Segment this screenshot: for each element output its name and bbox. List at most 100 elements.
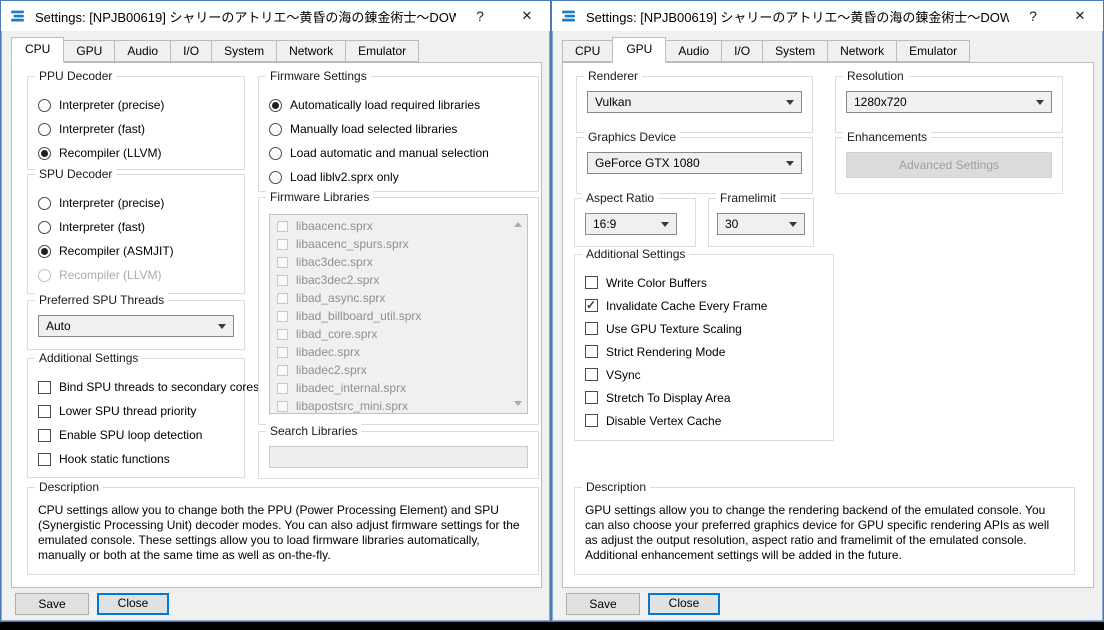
checkbox-lower-spu-priority[interactable]: Lower SPU thread priority	[38, 399, 244, 423]
checkbox-stretch-display[interactable]: Stretch To Display Area	[585, 386, 833, 409]
radio-label: Interpreter (precise)	[59, 98, 164, 112]
help-button[interactable]: ?	[1009, 8, 1057, 24]
group-title: Resolution	[843, 69, 908, 83]
tab-network[interactable]: Network	[827, 40, 897, 62]
tab-io[interactable]: I/O	[721, 40, 763, 62]
checkbox-gpu-texture-scaling[interactable]: Use GPU Texture Scaling	[585, 317, 833, 340]
close-button[interactable]: Close	[648, 593, 720, 615]
chevron-down-icon	[661, 222, 669, 231]
list-item: libad_billboard_util.sprx	[270, 307, 509, 325]
checkbox-icon	[585, 345, 598, 358]
radio-ppu-interpreter-fast[interactable]: Interpreter (fast)	[38, 117, 244, 141]
checkbox-icon	[277, 329, 288, 340]
scroll-down-icon	[510, 396, 526, 412]
save-button[interactable]: Save	[566, 593, 640, 615]
window-close-button[interactable]: ✕	[504, 8, 550, 24]
checkbox-label: Stretch To Display Area	[606, 391, 731, 405]
rpcs3-logo-icon	[10, 8, 27, 25]
radio-icon	[38, 123, 51, 136]
tab-io[interactable]: I/O	[170, 40, 212, 62]
graphics-device-dropdown[interactable]: GeForce GTX 1080	[587, 152, 802, 174]
dropdown-value: Auto	[46, 319, 71, 333]
radio-icon	[38, 197, 51, 210]
tab-gpu[interactable]: GPU	[63, 40, 115, 62]
radio-icon	[38, 221, 51, 234]
dropdown-value: Vulkan	[595, 95, 631, 109]
tab-audio[interactable]: Audio	[665, 40, 722, 62]
enhancements-group: Enhancements Advanced Settings	[835, 137, 1063, 194]
gpu-tab-pane: Renderer Vulkan Resolution 1280x720 Grap…	[562, 62, 1094, 588]
radio-icon	[269, 171, 282, 184]
settings-window-cpu: Settings: [NPJB00619] シャリーのアトリエ～黄昏の海の錬金術…	[0, 0, 551, 622]
titlebar[interactable]: Settings: [NPJB00619] シャリーのアトリエ～黄昏の海の錬金術…	[1, 1, 550, 31]
framelimit-dropdown[interactable]: 30	[717, 213, 805, 235]
tab-gpu[interactable]: GPU	[612, 37, 666, 63]
checkbox-hook-static-functions[interactable]: Hook static functions	[38, 447, 244, 471]
tab-cpu[interactable]: CPU	[562, 40, 613, 62]
description-text: CPU settings allow you to change both th…	[38, 503, 528, 563]
renderer-dropdown[interactable]: Vulkan	[587, 91, 802, 113]
checkbox-write-color-buffers[interactable]: Write Color Buffers	[585, 271, 833, 294]
checkbox-icon	[277, 401, 288, 412]
checkbox-icon	[277, 275, 288, 286]
close-button[interactable]: Close	[97, 593, 169, 615]
checkbox-icon	[277, 293, 288, 304]
group-title: Firmware Settings	[266, 69, 371, 83]
titlebar[interactable]: Settings: [NPJB00619] シャリーのアトリエ～黄昏の海の錬金術…	[552, 1, 1103, 31]
checkbox-bind-spu-threads[interactable]: Bind SPU threads to secondary cores	[38, 375, 244, 399]
tab-bar: CPU GPU Audio I/O System Network Emulato…	[11, 31, 418, 62]
radio-icon	[269, 147, 282, 160]
tab-audio[interactable]: Audio	[114, 40, 171, 62]
cpu-description-group: Description CPU settings allow you to ch…	[27, 487, 539, 575]
chevron-down-icon	[786, 100, 794, 109]
window-title: Settings: [NPJB00619] シャリーのアトリエ～黄昏の海の錬金術…	[35, 7, 456, 26]
radio-load-liblv2-only[interactable]: Load liblv2.sprx only	[269, 165, 538, 189]
radio-spu-interpreter-precise[interactable]: Interpreter (precise)	[38, 191, 244, 215]
radio-auto-and-manual[interactable]: Load automatic and manual selection	[269, 141, 538, 165]
checkbox-vsync[interactable]: VSync	[585, 363, 833, 386]
checkbox-strict-rendering[interactable]: Strict Rendering Mode	[585, 340, 833, 363]
radio-spu-recompiler-asmjit[interactable]: Recompiler (ASMJIT)	[38, 239, 244, 263]
tab-emulator[interactable]: Emulator	[896, 40, 970, 62]
tab-cpu[interactable]: CPU	[11, 37, 64, 63]
tab-network[interactable]: Network	[276, 40, 346, 62]
tab-emulator[interactable]: Emulator	[345, 40, 419, 62]
tab-system[interactable]: System	[211, 40, 277, 62]
radio-auto-load-libraries[interactable]: Automatically load required libraries	[269, 93, 538, 117]
radio-icon	[38, 269, 51, 282]
checkbox-icon	[277, 347, 288, 358]
checkbox-icon	[585, 322, 598, 335]
aspect-ratio-dropdown[interactable]: 16:9	[585, 213, 677, 235]
checkbox-label: Enable SPU loop detection	[59, 428, 202, 442]
firmware-libraries-list: libaacenc.sprx libaacenc_spurs.sprx liba…	[269, 214, 528, 414]
checkbox-label: Use GPU Texture Scaling	[606, 322, 742, 336]
checkbox-invalidate-cache[interactable]: Invalidate Cache Every Frame	[585, 294, 833, 317]
radio-icon	[269, 99, 282, 112]
firmware-settings-group: Firmware Settings Automatically load req…	[258, 76, 539, 192]
radio-spu-interpreter-fast[interactable]: Interpreter (fast)	[38, 215, 244, 239]
radio-ppu-recompiler-llvm[interactable]: Recompiler (LLVM)	[38, 141, 244, 165]
checkbox-icon	[585, 414, 598, 427]
group-title: Aspect Ratio	[582, 191, 658, 205]
checkbox-icon	[585, 391, 598, 404]
spu-threads-dropdown[interactable]: Auto	[38, 315, 234, 337]
framelimit-group: Framelimit 30	[708, 198, 814, 247]
spu-decoder-group: SPU Decoder Interpreter (precise) Interp…	[27, 174, 245, 294]
list-item: libaacenc_spurs.sprx	[270, 235, 509, 253]
checkbox-icon	[38, 429, 51, 442]
tab-system[interactable]: System	[762, 40, 828, 62]
resolution-dropdown[interactable]: 1280x720	[846, 91, 1052, 113]
window-close-button[interactable]: ✕	[1057, 8, 1103, 24]
radio-manual-load-libraries[interactable]: Manually load selected libraries	[269, 117, 538, 141]
ppu-decoder-group: PPU Decoder Interpreter (precise) Interp…	[27, 76, 245, 170]
window-title: Settings: [NPJB00619] シャリーのアトリエ～黄昏の海の錬金術…	[586, 7, 1009, 26]
checkbox-disable-vertex-cache[interactable]: Disable Vertex Cache	[585, 409, 833, 432]
group-title: Additional Settings	[582, 247, 689, 261]
save-button[interactable]: Save	[15, 593, 89, 615]
help-button[interactable]: ?	[456, 8, 504, 24]
advanced-settings-button: Advanced Settings	[846, 152, 1052, 178]
radio-spu-recompiler-llvm: Recompiler (LLVM)	[38, 263, 244, 287]
resolution-group: Resolution 1280x720	[835, 76, 1063, 133]
radio-ppu-interpreter-precise[interactable]: Interpreter (precise)	[38, 93, 244, 117]
checkbox-spu-loop-detection[interactable]: Enable SPU loop detection	[38, 423, 244, 447]
